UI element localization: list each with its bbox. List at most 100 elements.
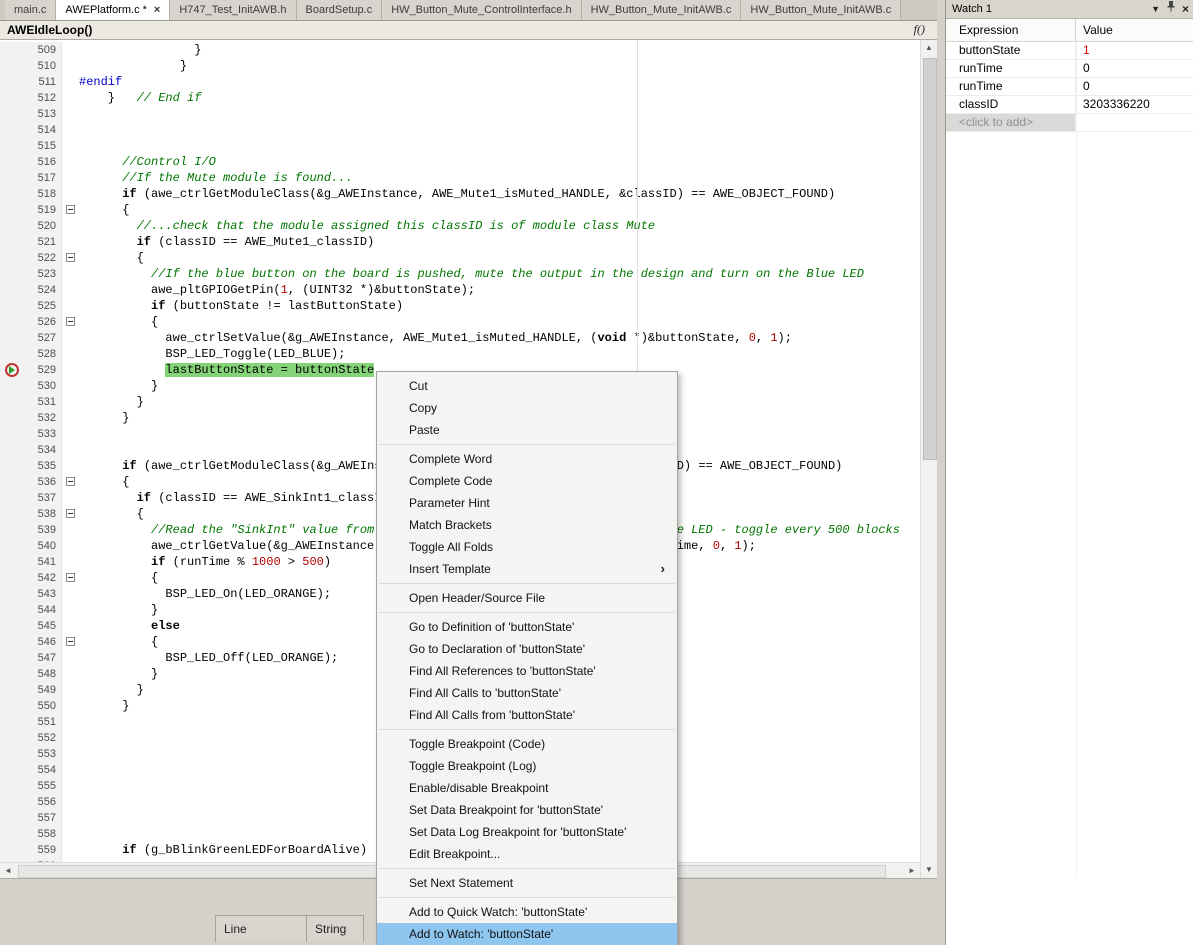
breakpoint-margin[interactable] [0, 666, 26, 682]
watch-dropdown-icon[interactable]: ▼ [1151, 0, 1160, 18]
vertical-scrollbar[interactable]: ▲ ▼ [920, 40, 937, 878]
breakpoint-margin[interactable] [0, 586, 26, 602]
code-line-518[interactable]: 518 if (awe_ctrlGetModuleClass(&g_AWEIns… [0, 186, 920, 202]
code-line-510[interactable]: 510 } [0, 58, 920, 74]
watch-value[interactable]: 3203336220 [1076, 96, 1193, 113]
breakpoint-margin[interactable] [0, 58, 26, 74]
breakpoint-margin[interactable] [0, 762, 26, 778]
breakpoint-margin[interactable] [0, 618, 26, 634]
fold-collapse-icon[interactable] [66, 573, 75, 582]
breakpoint-margin[interactable] [0, 234, 26, 250]
code-line-528[interactable]: 528 BSP_LED_Toggle(LED_BLUE); [0, 346, 920, 362]
breakpoint-margin[interactable] [0, 250, 26, 266]
breakpoint-margin[interactable] [0, 346, 26, 362]
code-line-522[interactable]: 522 { [0, 250, 920, 266]
menu-item-add-to-quick-watch-buttonstate[interactable]: Add to Quick Watch: 'buttonState' [377, 901, 677, 923]
menu-item-complete-code[interactable]: Complete Code [377, 470, 677, 492]
fold-margin[interactable] [62, 570, 79, 586]
tab-hw-button-mute-initawb-c[interactable]: HW_Button_Mute_InitAWB.c [582, 0, 742, 20]
scroll-left-icon[interactable]: ◄ [0, 863, 16, 878]
value-column-header[interactable]: Value [1076, 19, 1193, 41]
scroll-up-icon[interactable]: ▲ [921, 40, 937, 56]
fold-collapse-icon[interactable] [66, 317, 75, 326]
fold-collapse-icon[interactable] [66, 509, 75, 518]
breakpoint-margin[interactable] [0, 650, 26, 666]
menu-item-find-all-references-to-buttonstate[interactable]: Find All References to 'buttonState' [377, 660, 677, 682]
menu-item-go-to-declaration-of-buttonstate[interactable]: Go to Declaration of 'buttonState' [377, 638, 677, 660]
watch-close-icon[interactable]: × [1182, 0, 1189, 18]
watch-add-row[interactable]: <click to add> [946, 114, 1193, 132]
menu-item-toggle-breakpoint-code[interactable]: Toggle Breakpoint (Code) [377, 733, 677, 755]
breakpoint-current-statement-icon[interactable] [5, 363, 19, 377]
code-line-523[interactable]: 523 //If the blue button on the board is… [0, 266, 920, 282]
tab-close-icon[interactable]: × [154, 5, 160, 16]
code-line-526[interactable]: 526 { [0, 314, 920, 330]
breakpoint-margin[interactable] [0, 538, 26, 554]
breakpoint-margin[interactable] [0, 122, 26, 138]
menu-item-parameter-hint[interactable]: Parameter Hint [377, 492, 677, 514]
fold-collapse-icon[interactable] [66, 205, 75, 214]
breakpoint-margin[interactable] [0, 682, 26, 698]
watch-value[interactable]: 0 [1076, 78, 1193, 95]
menu-item-copy[interactable]: Copy [377, 397, 677, 419]
tab-hw-button-mute-controlinterface-h[interactable]: HW_Button_Mute_ControlInterface.h [382, 0, 581, 20]
fold-margin[interactable] [62, 506, 79, 522]
menu-item-insert-template[interactable]: Insert Template› [377, 558, 677, 580]
breakpoint-margin[interactable] [0, 266, 26, 282]
breakpoint-margin[interactable] [0, 634, 26, 650]
scroll-right-icon[interactable]: ► [904, 863, 920, 878]
menu-item-match-brackets[interactable]: Match Brackets [377, 514, 677, 536]
breakpoint-margin[interactable] [0, 794, 26, 810]
breakpoint-margin[interactable] [0, 330, 26, 346]
watch-expression[interactable]: buttonState [946, 42, 1076, 59]
menu-item-toggle-all-folds[interactable]: Toggle All Folds [377, 536, 677, 558]
code-line-511[interactable]: 511#endif [0, 74, 920, 90]
code-line-521[interactable]: 521 if (classID == AWE_Mute1_classID) [0, 234, 920, 250]
breakpoint-margin[interactable] [0, 42, 26, 58]
tab-main-c[interactable]: main.c [5, 0, 56, 20]
fold-margin[interactable] [62, 314, 79, 330]
breakpoint-margin[interactable] [0, 570, 26, 586]
menu-item-paste[interactable]: Paste [377, 419, 677, 441]
vertical-scrollbar-thumb[interactable] [923, 58, 937, 460]
tab-h747-test-initawb-h[interactable]: H747_Test_InitAWB.h [170, 0, 296, 20]
breakpoint-margin[interactable] [0, 554, 26, 570]
menu-item-set-data-log-breakpoint-for-buttonstate[interactable]: Set Data Log Breakpoint for 'buttonState… [377, 821, 677, 843]
menu-item-open-header-source-file[interactable]: Open Header/Source File [377, 587, 677, 609]
breakpoint-margin[interactable] [0, 698, 26, 714]
breakpoint-margin[interactable] [0, 490, 26, 506]
code-line-509[interactable]: 509 } [0, 42, 920, 58]
breakpoint-margin[interactable] [0, 506, 26, 522]
breakpoint-margin[interactable] [0, 138, 26, 154]
menu-item-toggle-breakpoint-log[interactable]: Toggle Breakpoint (Log) [377, 755, 677, 777]
menu-item-edit-breakpoint[interactable]: Edit Breakpoint... [377, 843, 677, 865]
watch-expression[interactable]: runTime [946, 60, 1076, 77]
menu-item-add-to-watch-buttonstate[interactable]: Add to Watch: 'buttonState' [377, 923, 677, 945]
watch-row-runtime[interactable]: runTime0 [946, 60, 1193, 78]
breakpoint-margin[interactable] [0, 730, 26, 746]
watch-expression[interactable]: runTime [946, 78, 1076, 95]
breakpoint-margin[interactable] [0, 602, 26, 618]
breakpoint-margin[interactable] [0, 378, 26, 394]
watch-value[interactable]: 0 [1076, 60, 1193, 77]
breakpoint-margin[interactable] [0, 394, 26, 410]
breakpoint-margin[interactable] [0, 474, 26, 490]
breakpoint-margin[interactable] [0, 106, 26, 122]
fold-margin[interactable] [62, 202, 79, 218]
function-signature-icon[interactable]: f() [914, 22, 925, 37]
code-line-519[interactable]: 519 { [0, 202, 920, 218]
breakpoint-margin[interactable] [0, 90, 26, 106]
breakpoint-margin[interactable] [0, 810, 26, 826]
breakpoint-margin[interactable] [0, 314, 26, 330]
menu-item-enable-disable-breakpoint[interactable]: Enable/disable Breakpoint [377, 777, 677, 799]
scroll-down-icon[interactable]: ▼ [921, 862, 937, 878]
pin-icon[interactable] [1166, 0, 1176, 18]
breakpoint-margin[interactable] [0, 202, 26, 218]
fold-margin[interactable] [62, 474, 79, 490]
code-line-512[interactable]: 512 } // End if [0, 90, 920, 106]
panel-splitter[interactable] [937, 0, 945, 945]
code-line-527[interactable]: 527 awe_ctrlSetValue(&g_AWEInstance, AWE… [0, 330, 920, 346]
breakpoint-margin[interactable] [0, 714, 26, 730]
watch-expression[interactable]: classID [946, 96, 1076, 113]
breakpoint-margin[interactable] [0, 842, 26, 858]
